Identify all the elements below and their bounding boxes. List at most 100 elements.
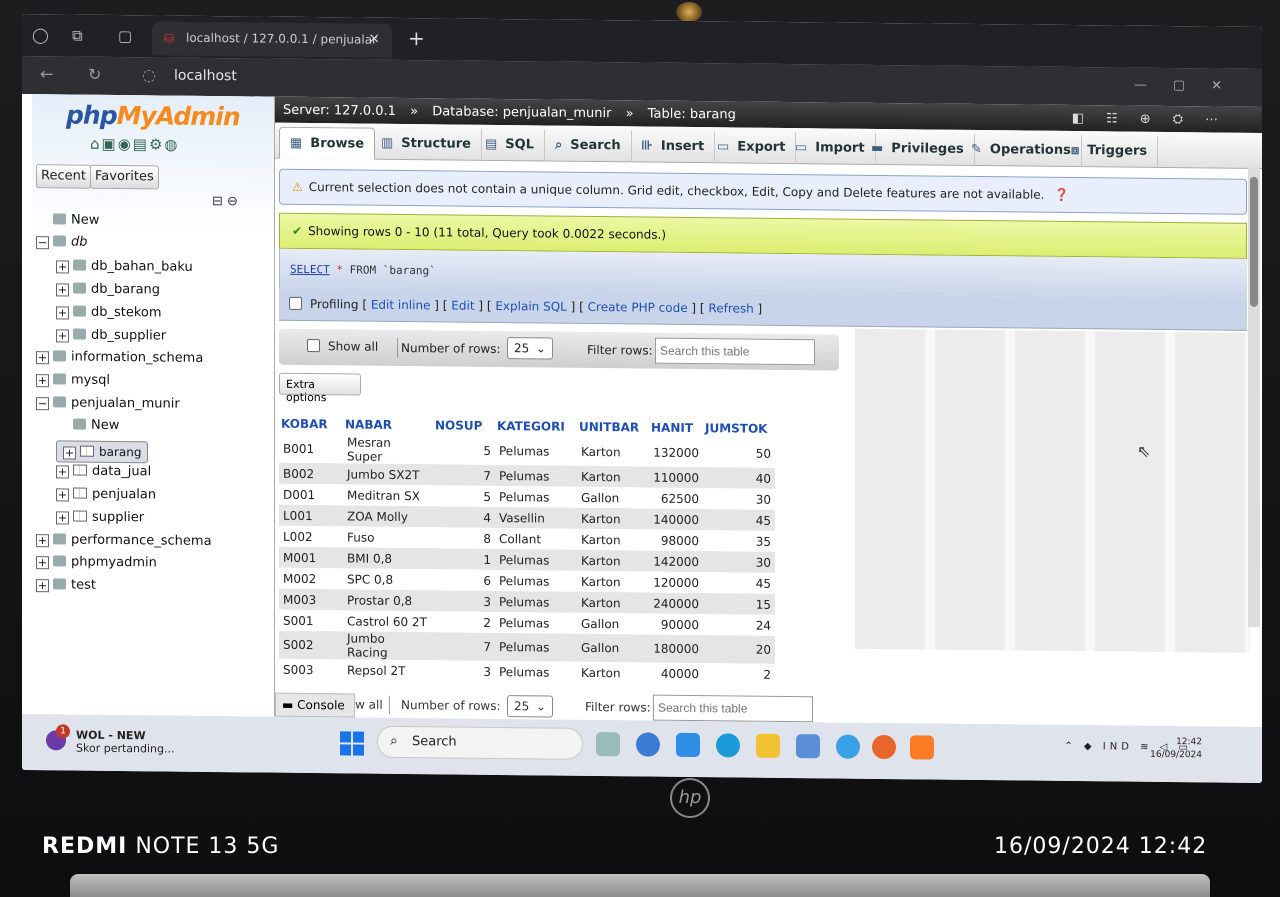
meet-icon[interactable]: [636, 732, 660, 757]
tree-item[interactable]: + data_jual: [56, 463, 151, 479]
expand-icon[interactable]: +: [56, 306, 69, 320]
expand-icon[interactable]: +: [56, 260, 69, 274]
close-tab-icon[interactable]: ×: [368, 31, 380, 47]
tree-item[interactable]: + barang: [56, 440, 149, 464]
tab-structure[interactable]: ▥ Structure: [371, 127, 482, 161]
column-header[interactable]: KOBAR: [279, 412, 343, 436]
profiling-checkbox[interactable]: [289, 296, 302, 310]
window-controls[interactable]: —▢✕: [1134, 78, 1248, 94]
xampp-icon[interactable]: [910, 735, 934, 760]
column-header[interactable]: KATEGORI: [495, 414, 577, 438]
url-field[interactable]: localhost: [174, 68, 237, 85]
tree-item[interactable]: − penjualan_munir: [36, 395, 180, 412]
tree-item[interactable]: + db_stekom: [56, 304, 162, 320]
edge-icon[interactable]: [716, 733, 740, 758]
rows-select-bottom[interactable]: 25 ⌄: [507, 695, 553, 718]
reload-icon[interactable]: ↻: [88, 65, 101, 84]
expand-icon[interactable]: +: [36, 556, 49, 570]
filter-input-bottom[interactable]: [653, 694, 813, 723]
expand-icon[interactable]: −: [36, 397, 49, 411]
create-php-link[interactable]: Create PHP code: [588, 300, 688, 315]
breadcrumb-server[interactable]: Server: 127.0.0.1: [283, 103, 396, 119]
vscode-icon[interactable]: [676, 732, 700, 758]
scrollbar[interactable]: [1248, 166, 1260, 627]
tab-actions-icon[interactable]: ▢: [118, 27, 132, 45]
tree-item[interactable]: + information_schema: [36, 349, 203, 366]
expand-icon[interactable]: +: [56, 329, 69, 343]
tree-item[interactable]: + phpmyadmin: [36, 554, 157, 570]
tree-item[interactable]: + performance_schema: [36, 532, 212, 549]
extensions-icon[interactable]: ⧉: [72, 27, 83, 45]
breadcrumb-database[interactable]: Database: penjualan_munir: [432, 104, 611, 121]
column-header[interactable]: HANIT: [649, 416, 703, 440]
expand-icon[interactable]: +: [36, 351, 49, 365]
chrome-icon[interactable]: [836, 734, 860, 759]
column-header[interactable]: JUMSTOK: [703, 417, 775, 440]
browser-tab[interactable]: ⛁ localhost / 127.0.0.1 / penjualar ×: [152, 21, 392, 58]
back-icon[interactable]: ←: [40, 64, 53, 83]
profile-icon[interactable]: ◯: [32, 26, 49, 44]
tree-item[interactable]: + penjualan: [56, 486, 156, 502]
scroll-thumb[interactable]: [1250, 176, 1258, 307]
edit-link[interactable]: Edit: [451, 298, 474, 312]
expand-icon[interactable]: +: [36, 579, 49, 593]
table-cell: 45: [703, 509, 775, 531]
tab-insert[interactable]: ⊪ Insert: [631, 130, 716, 164]
expand-icon[interactable]: −: [36, 236, 49, 250]
tab-search[interactable]: ⌕ Search: [545, 129, 632, 163]
expand-icon[interactable]: +: [56, 283, 69, 297]
expand-icon[interactable]: +: [36, 534, 49, 548]
tab-privileges[interactable]: ▬ Privileges: [861, 132, 975, 166]
expand-icon[interactable]: +: [36, 374, 49, 388]
filter-input[interactable]: [655, 337, 815, 366]
expand-icon[interactable]: +: [63, 446, 76, 460]
tree-item[interactable]: + db_barang: [56, 281, 160, 297]
tree-item[interactable]: + mysql: [36, 372, 110, 388]
column-header[interactable]: UNITBAR: [577, 415, 649, 439]
tree-item[interactable]: + db_supplier: [56, 327, 166, 344]
taskbar-search[interactable]: ⌕ Search: [377, 725, 583, 760]
tree-item[interactable]: + supplier: [56, 509, 144, 525]
tab-sql[interactable]: ▤ SQL: [475, 128, 545, 162]
task-view-icon[interactable]: [596, 732, 620, 757]
show-all-label-bottom[interactable]: w all: [355, 697, 383, 711]
tab-export[interactable]: ▭ Export: [707, 131, 797, 165]
firefox-icon[interactable]: [872, 734, 896, 760]
breadcrumb-table[interactable]: Table: barang: [648, 107, 736, 123]
export-icon: ▭: [717, 139, 730, 155]
extra-options-button[interactable]: Extra options: [279, 372, 361, 404]
favorites-button[interactable]: Favorites: [90, 164, 159, 190]
help-icon[interactable]: ❓: [1054, 188, 1069, 202]
news-widget[interactable]: 1 WOL - NEW Skor pertanding...: [46, 724, 175, 756]
site-info-icon[interactable]: ◌: [142, 65, 156, 84]
results-table: KOBAR NABAR NOSUP KATEGORI UNITBAR HANIT JUMST…: [279, 412, 775, 685]
console-button[interactable]: ▬ Console: [275, 692, 355, 718]
tree-item[interactable]: +New: [36, 212, 99, 228]
edit-inline-link[interactable]: Edit inline: [371, 298, 431, 313]
column-header[interactable]: NABAR: [343, 413, 433, 437]
tree-item[interactable]: +New: [56, 417, 119, 433]
phpmyadmin-logo[interactable]: phpMyAdmin: [66, 100, 240, 131]
tab-triggers[interactable]: ⧈ Triggers: [1061, 134, 1159, 168]
expand-icon[interactable]: +: [56, 488, 69, 502]
tree-item[interactable]: − db: [36, 234, 88, 250]
refresh-link[interactable]: Refresh: [708, 301, 753, 315]
start-icon[interactable]: [340, 731, 364, 756]
expand-icon[interactable]: +: [56, 511, 69, 525]
tree-item[interactable]: + db_bahan_baku: [56, 258, 193, 275]
explain-sql-link[interactable]: Explain SQL: [495, 299, 567, 314]
rows-select[interactable]: 25 ⌄: [507, 337, 553, 360]
tree-item[interactable]: + test: [36, 577, 96, 593]
new-tab-icon[interactable]: +: [408, 26, 425, 50]
collapse-link-icon[interactable]: ⊟ ⊖: [212, 194, 238, 209]
store-icon[interactable]: [796, 734, 820, 759]
clock[interactable]: 12:42 16/09/2024: [1150, 736, 1202, 763]
nav-icon-row[interactable]: ⌂▣◉▤⚙◍: [90, 135, 180, 154]
tab-browse[interactable]: ▦ Browse: [279, 126, 376, 160]
file-explorer-icon[interactable]: [756, 733, 780, 758]
recent-button[interactable]: Recent: [36, 164, 91, 189]
expand-icon[interactable]: +: [56, 465, 69, 479]
show-all-checkbox[interactable]: [307, 338, 320, 353]
column-header[interactable]: NOSUP: [433, 414, 495, 437]
header-icons[interactable]: ◧☷⊕⛭⋯: [1072, 111, 1240, 128]
